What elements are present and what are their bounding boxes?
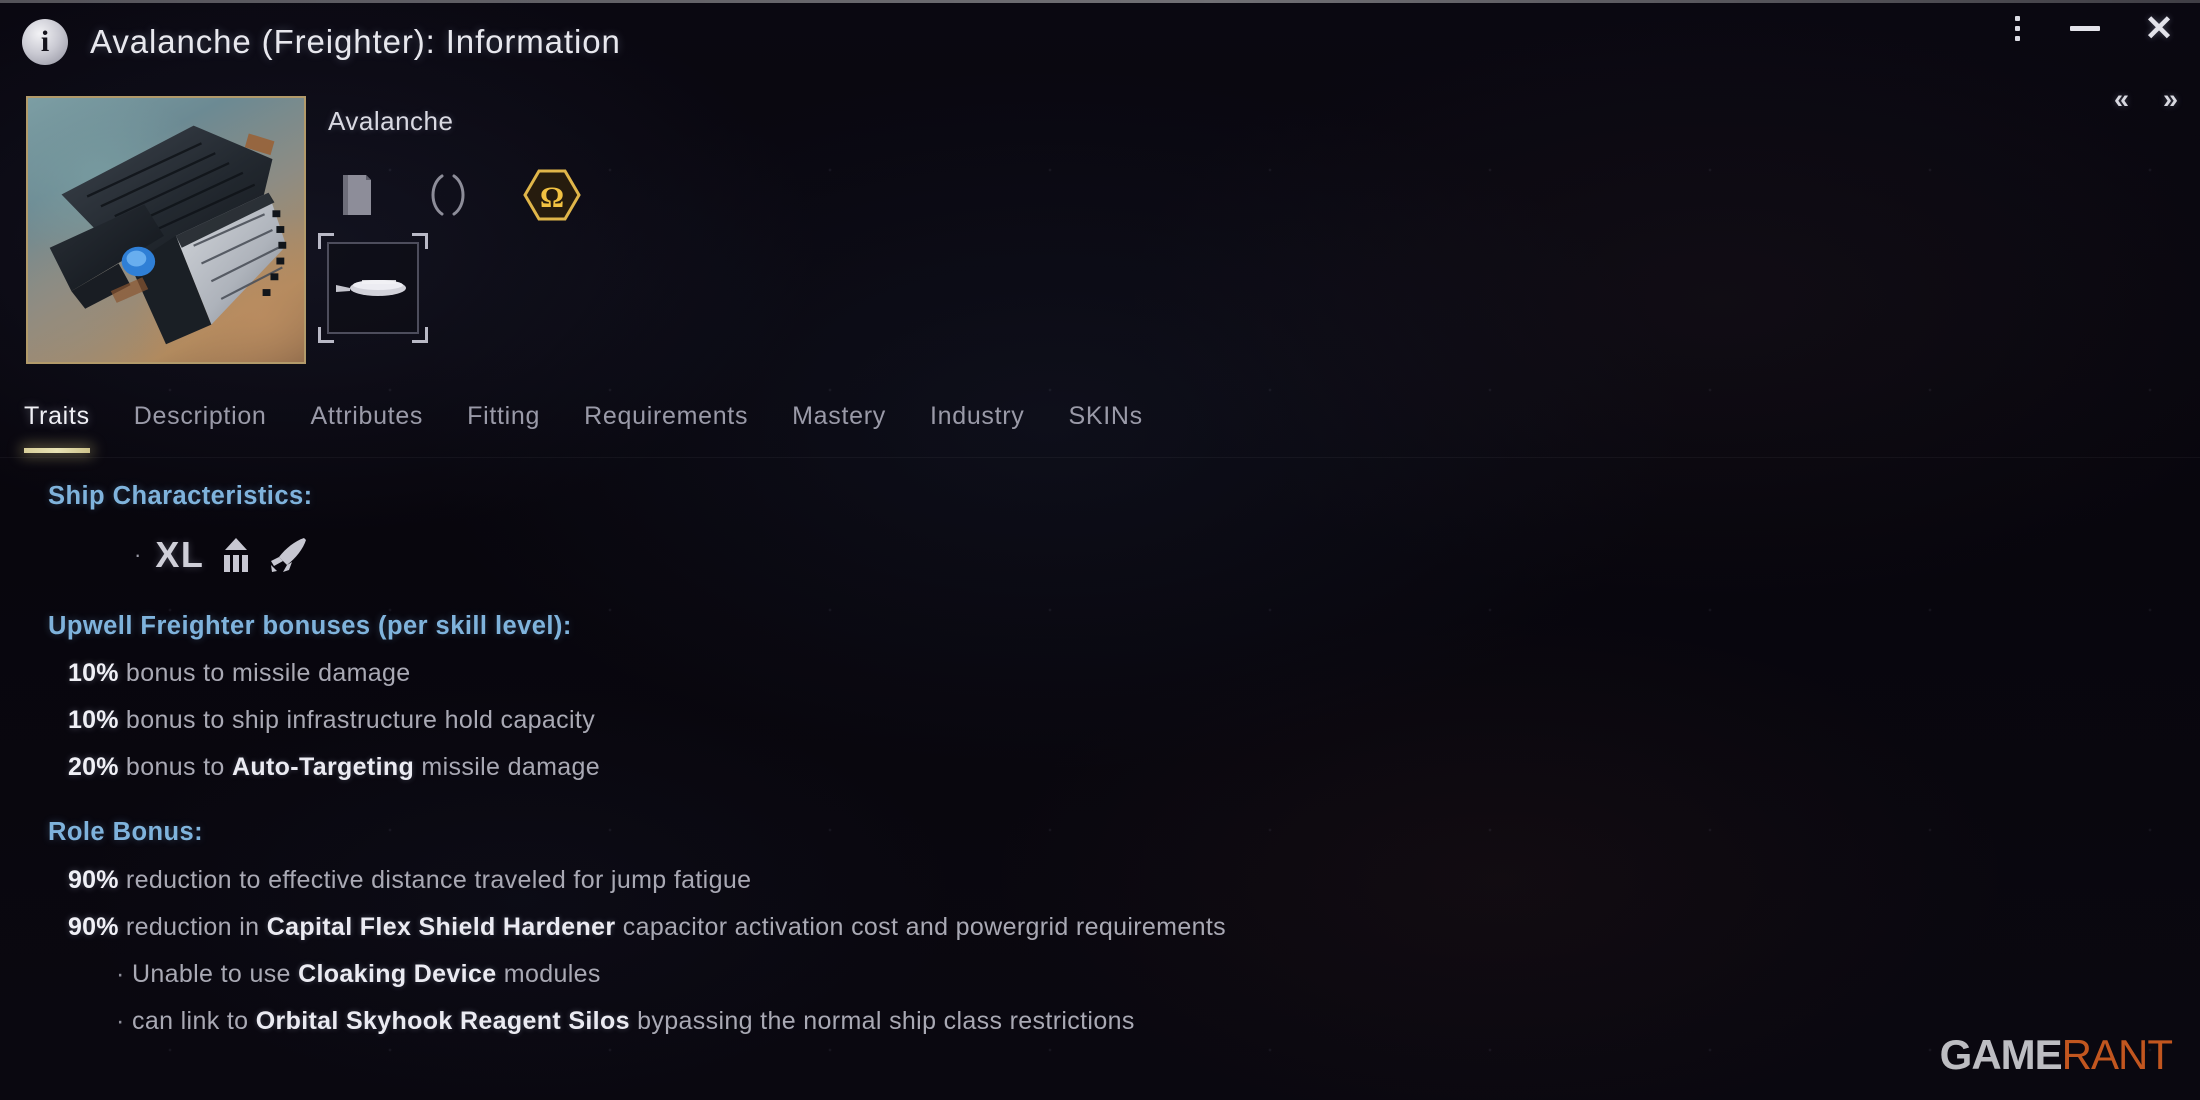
note-text-pre: can link to xyxy=(131,1006,256,1035)
badge-row: Ω xyxy=(340,168,582,222)
tab-requirements[interactable]: Requirements xyxy=(584,400,774,431)
tab-industry-label: Industry xyxy=(929,402,1025,430)
tab-mastery[interactable]: Mastery xyxy=(792,400,912,431)
omega-icon-glyph: Ω xyxy=(523,169,581,221)
close-button[interactable]: ✕ xyxy=(2140,10,2178,46)
minimize-icon xyxy=(2070,25,2100,31)
info-icon: i xyxy=(22,19,68,65)
bonus-text-pre: reduction in xyxy=(118,912,267,941)
bracket-icon-glyph xyxy=(431,174,465,216)
cargo-icon xyxy=(218,536,254,574)
tab-skins[interactable]: SKINs xyxy=(1069,400,1169,431)
bonus-text-emphasis: Capital Flex Shield Hardener xyxy=(266,912,616,941)
tab-description-label: Description xyxy=(133,402,267,430)
close-icon: ✕ xyxy=(2144,8,2174,48)
titlebar-controls: ✕ xyxy=(2005,10,2178,46)
skill-bonus-item: 20% bonus to Auto-Targeting missile dama… xyxy=(68,755,2200,780)
tab-bar: Traits Description Attributes Fitting Re… xyxy=(0,400,2200,458)
bonus-percent: 90% xyxy=(68,865,119,894)
tab-fitting-label: Fitting xyxy=(467,402,541,430)
tab-traits[interactable]: Traits xyxy=(24,400,116,453)
characteristics-bullet: · xyxy=(134,541,142,567)
minimize-button[interactable] xyxy=(2064,11,2106,45)
bonus-text-pre: bonus to ship infrastructure hold capaci… xyxy=(118,706,596,734)
missile-icon xyxy=(268,536,308,574)
tab-attributes-label: Attributes xyxy=(310,402,424,430)
role-bonus-note: · can link to Orbital Skyhook Reagent Si… xyxy=(116,1006,2200,1035)
book-icon-glyph xyxy=(343,175,371,215)
tab-requirements-label: Requirements xyxy=(584,402,749,430)
tab-description[interactable]: Description xyxy=(134,400,293,431)
bracket-icon[interactable] xyxy=(422,172,474,218)
note-text-emphasis: Cloaking Device xyxy=(298,959,497,988)
omega-icon[interactable]: Ω xyxy=(522,168,582,222)
tab-bar-rule xyxy=(0,457,2200,458)
skill-bonuses-heading: Upwell Freighter bonuses (per skill leve… xyxy=(48,611,572,640)
ship-characteristics-row: · XL xyxy=(134,536,2200,574)
gamerant-watermark: GAMERANT xyxy=(1939,1031,2173,1078)
ship-3d-preview[interactable] xyxy=(318,233,428,343)
role-bonus-item: 90% reduction in Capital Flex Shield Har… xyxy=(68,912,2200,941)
ship-render-image xyxy=(49,125,287,345)
ship-characteristics-heading: Ship Characteristics: xyxy=(48,482,313,510)
bonus-percent: 20% xyxy=(68,753,119,781)
bonus-text-pre: bonus to missile damage xyxy=(118,659,411,687)
missile-icon-glyph xyxy=(271,537,307,572)
tab-active-underline xyxy=(24,448,90,453)
overflow-menu-icon[interactable] xyxy=(2005,12,2030,45)
note-text-pre: Unable to use xyxy=(131,959,299,988)
bonus-text-post: missile damage xyxy=(414,753,601,781)
skill-bonus-item: 10% bonus to missile damage xyxy=(68,661,2200,686)
page-title: Avalanche (Freighter): Information xyxy=(90,23,621,60)
role-bonus-note: · Unable to use Cloaking Device modules xyxy=(116,959,2200,988)
ship-silhouette-icon xyxy=(336,280,406,296)
bonus-percent: 90% xyxy=(68,912,119,941)
traits-content: Ship Characteristics: · XL Upwell Freigh… xyxy=(0,482,2200,1100)
role-bonus-item: 90% reduction to effective distance trav… xyxy=(68,865,2200,894)
bonus-text-pre: bonus to xyxy=(118,753,232,781)
bonus-percent: 10% xyxy=(68,659,119,687)
tab-skins-label: SKINs xyxy=(1068,402,1143,430)
cargo-icon-glyph xyxy=(224,537,249,572)
bonus-text-post: capacitor activation cost and powergrid … xyxy=(615,912,1227,941)
tab-attributes[interactable]: Attributes xyxy=(311,400,450,431)
note-text-post: bypassing the normal ship class restrict… xyxy=(629,1006,1135,1035)
tab-mastery-label: Mastery xyxy=(792,402,886,430)
watermark-part-1: GAME xyxy=(1939,1031,2063,1078)
note-bullet: · xyxy=(116,1006,125,1035)
tab-industry[interactable]: Industry xyxy=(930,400,1051,431)
bonus-text-pre: reduction to effective distance traveled… xyxy=(118,865,752,894)
book-icon[interactable] xyxy=(340,173,374,217)
ship-name: Avalanche xyxy=(328,106,454,136)
note-text-emphasis: Orbital Skyhook Reagent Silos xyxy=(255,1006,630,1035)
note-bullet: · xyxy=(116,959,125,988)
ship-size-label: XL xyxy=(155,533,205,575)
tab-fitting[interactable]: Fitting xyxy=(467,400,566,431)
bonus-text-emphasis: Auto-Targeting xyxy=(231,753,415,781)
tab-traits-label: Traits xyxy=(24,402,90,430)
skill-bonus-item: 10% bonus to ship infrastructure hold ca… xyxy=(68,708,2200,733)
role-bonus-heading: Role Bonus: xyxy=(48,818,204,846)
note-text-post: modules xyxy=(496,959,601,988)
ship-portrait[interactable] xyxy=(26,96,306,364)
titlebar: i Avalanche (Freighter): Information xyxy=(0,3,2200,81)
header-area: Avalanche Ω xyxy=(0,88,2200,376)
watermark-part-2: RANT xyxy=(2061,1031,2173,1078)
preview-frame xyxy=(327,242,419,334)
bonus-percent: 10% xyxy=(68,706,119,734)
svg-text:Ω: Ω xyxy=(540,181,564,214)
ship-information-window: i Avalanche (Freighter): Information ✕ «… xyxy=(0,0,2200,1100)
